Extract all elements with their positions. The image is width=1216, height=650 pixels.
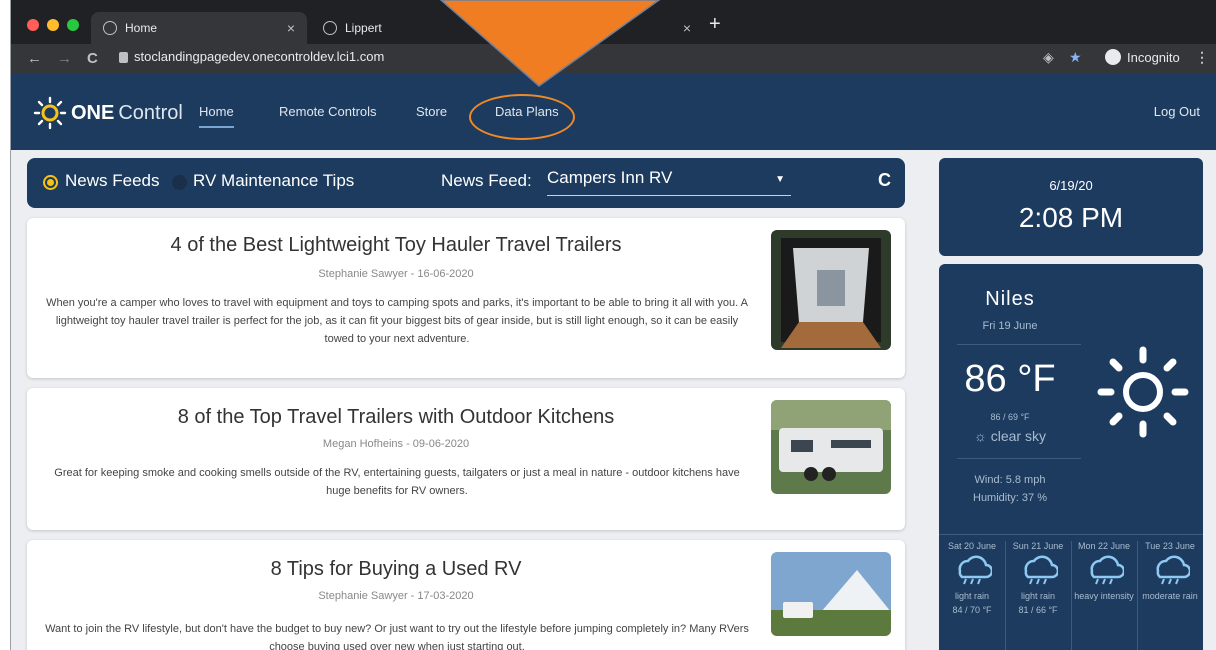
browser-window: Home × Lippert ge × + ← → C stoclandingp… <box>10 0 1216 650</box>
forecast-day-label: Sun 21 June <box>1012 541 1064 551</box>
clock-date: 6/19/20 <box>1049 178 1093 193</box>
logout-link[interactable]: Log Out <box>1154 104 1200 119</box>
incognito-icon <box>1105 49 1121 65</box>
article-title[interactable]: 8 of the Top Travel Trailers with Outdoo… <box>27 406 765 429</box>
weather-temperature: 86 °F <box>964 358 1056 400</box>
forecast-condition: light rain <box>1020 591 1056 601</box>
article-summary: Great for keeping smoke and cooking smel… <box>54 467 740 497</box>
forecast-condition: light rain <box>954 591 990 601</box>
forecast-temp: 81 / 66 °F <box>1018 605 1058 615</box>
new-tab-button[interactable]: + <box>709 14 721 34</box>
article-meta: Megan Hofheins - 09-06-2020 <box>322 438 470 450</box>
globe-icon <box>323 21 337 35</box>
refresh-icon[interactable]: C <box>878 170 891 191</box>
weather-condition-text: clear sky <box>990 428 1046 444</box>
window-controls <box>27 19 79 31</box>
divider <box>957 344 1081 345</box>
forecast-strip: Sat 20 June light rain 84 / 70 °F Sun 21… <box>939 534 1203 650</box>
onecontrol-logo[interactable]: ONE Control <box>33 96 183 130</box>
article-card[interactable]: 4 of the Best Lightweight Toy Hauler Tra… <box>27 218 905 378</box>
bookmark-star-icon[interactable]: ★ <box>1069 49 1082 66</box>
weather-wind: Wind: 5.8 mph <box>974 474 1046 486</box>
url-text: stoclandingpagedev.onecontroldev.lci1.co… <box>134 49 385 64</box>
data-plans-highlight-circle <box>469 94 575 140</box>
news-feed-label: News Feed: <box>441 171 532 190</box>
incognito-label: Incognito <box>1127 49 1180 65</box>
article-summary: Want to join the RV lifestyle, but don't… <box>45 623 749 650</box>
nav-home[interactable]: Home <box>199 104 234 128</box>
back-icon[interactable]: ← <box>27 50 42 68</box>
rain-cloud-icon <box>958 555 994 585</box>
rain-cloud-icon <box>1090 555 1126 585</box>
forecast-temp: 84 / 70 °F <box>952 605 992 615</box>
article-meta: Stephanie Sawyer - 17-03-2020 <box>318 590 474 602</box>
nav-remote-controls[interactable]: Remote Controls <box>279 104 377 119</box>
incognito-indicator[interactable]: Incognito <box>1105 49 1180 65</box>
article-card[interactable]: 8 of the Top Travel Trailers with Outdoo… <box>27 388 905 530</box>
sun-logo-icon <box>33 96 67 130</box>
lock-icon <box>119 52 128 63</box>
feed-toolbar: News Feeds RV Maintenance Tips News Feed… <box>27 158 905 208</box>
rain-cloud-icon <box>1156 555 1192 585</box>
forecast-day: Tue 23 June moderate rain <box>1137 541 1203 601</box>
annotation-arrow-icon <box>439 0 661 87</box>
location-icon[interactable]: ◈ <box>1043 49 1054 66</box>
article-summary: When you're a camper who loves to travel… <box>46 297 748 345</box>
logo-text-bold: ONE <box>71 101 115 124</box>
browser-menu-icon[interactable]: ⋮ <box>1195 49 1209 66</box>
close-tab-icon[interactable]: × <box>683 20 691 36</box>
forecast-day-label: Mon 22 June <box>1077 541 1131 551</box>
article-title[interactable]: 4 of the Best Lightweight Toy Hauler Tra… <box>27 234 765 257</box>
url-field[interactable]: stoclandingpagedev.onecontroldev.lci1.co… <box>119 49 384 64</box>
weather-range: 86 / 69 °F <box>990 412 1030 422</box>
travel-trailer-image-icon <box>771 400 891 494</box>
used-rv-image-icon <box>771 552 891 636</box>
forecast-day: Sun 21 June light rain 81 / 66 °F <box>1005 541 1071 615</box>
chevron-down-icon: ▼ <box>775 174 785 185</box>
maximize-window-button[interactable] <box>67 19 79 31</box>
forecast-day-label: Sat 20 June <box>947 541 997 551</box>
maintenance-tips-radio[interactable] <box>172 175 187 190</box>
weather-widget: Niles Fri 19 June 86 °F 86 / 69 °F ☼ cle… <box>939 264 1203 650</box>
close-tab-icon[interactable]: × <box>287 20 295 36</box>
logo-text-rest: Control <box>118 101 183 124</box>
forecast-day: Mon 22 June heavy intensity <box>1071 541 1137 601</box>
article-meta: Stephanie Sawyer - 16-06-2020 <box>318 268 474 280</box>
forecast-day: Sat 20 June light rain 84 / 70 °F <box>939 541 1005 615</box>
forecast-condition: heavy intensity <box>1074 591 1134 601</box>
close-window-button[interactable] <box>27 19 39 31</box>
tab-title: Lippert <box>345 21 382 35</box>
article-thumbnail[interactable] <box>771 552 891 636</box>
clock-widget: 6/19/20 2:08 PM <box>939 158 1203 256</box>
news-feed-select[interactable]: Campers Inn RV ▼ <box>547 168 791 196</box>
globe-icon <box>103 21 117 35</box>
divider <box>957 458 1081 459</box>
weather-humidity: Humidity: 37 % <box>973 492 1047 504</box>
article-thumbnail[interactable] <box>771 400 891 494</box>
small-sun-icon: ☼ <box>974 428 987 444</box>
news-feeds-radio[interactable] <box>43 175 58 190</box>
article-card[interactable]: 8 Tips for Buying a Used RV Stephanie Sa… <box>27 540 905 650</box>
reload-icon[interactable]: C <box>87 50 98 68</box>
forecast-day-label: Tue 23 June <box>1145 541 1195 551</box>
toy-hauler-image-icon <box>771 230 891 350</box>
weather-condition: ☼ clear sky <box>939 428 1081 444</box>
maintenance-tips-label[interactable]: RV Maintenance Tips <box>193 171 354 191</box>
news-feeds-label[interactable]: News Feeds <box>65 171 159 191</box>
weather-city: Niles <box>985 288 1035 310</box>
article-thumbnail[interactable] <box>771 230 891 350</box>
tab-home[interactable]: Home × <box>91 12 307 44</box>
clock-time: 2:08 PM <box>1018 202 1124 233</box>
article-title[interactable]: 8 Tips for Buying a Used RV <box>27 558 765 581</box>
rain-cloud-icon <box>1024 555 1060 585</box>
tab-title: Home <box>125 21 158 35</box>
forward-icon[interactable]: → <box>57 50 72 68</box>
weather-date: Fri 19 June <box>982 320 1038 332</box>
large-sun-icon <box>1097 346 1189 438</box>
news-feed-value: Campers Inn RV <box>547 168 673 187</box>
forecast-condition: moderate rain <box>1142 591 1198 601</box>
minimize-window-button[interactable] <box>47 19 59 31</box>
nav-store[interactable]: Store <box>416 104 447 119</box>
